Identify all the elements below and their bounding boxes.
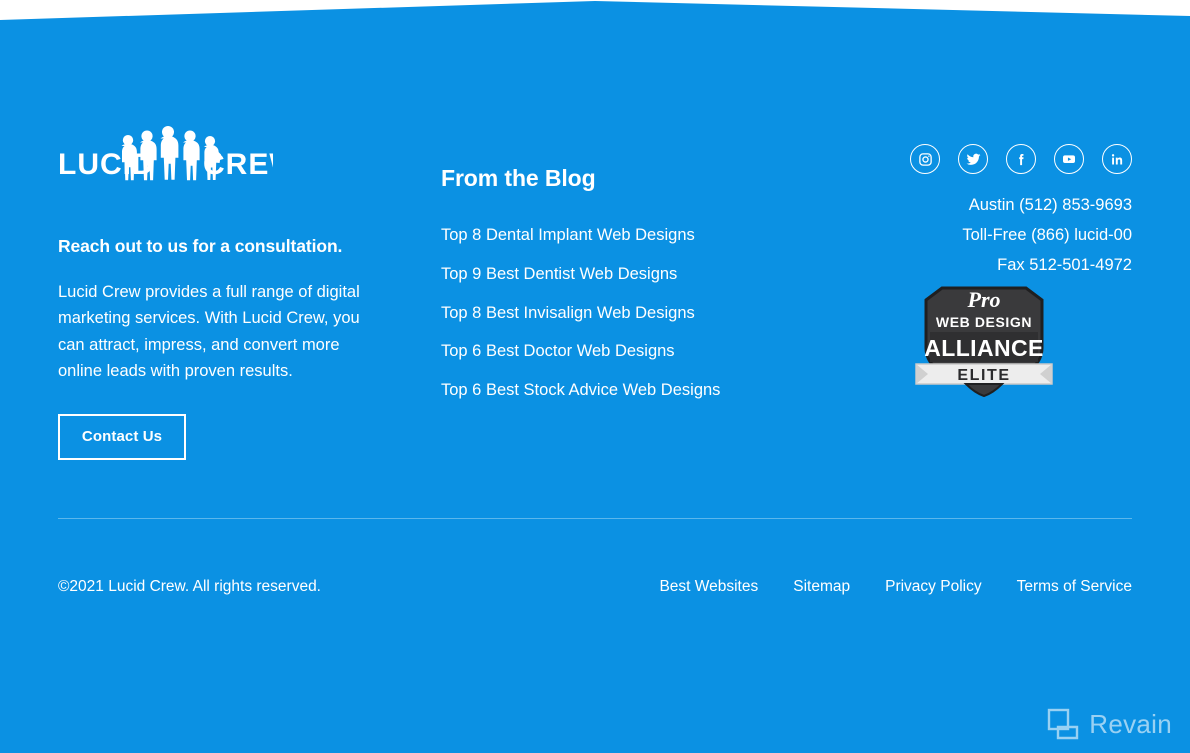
list-item: Top 6 Best Doctor Web Designs [441, 332, 771, 371]
legal-links-row: Best Websites Sitemap Privacy Policy Ter… [659, 578, 1132, 596]
instagram-icon[interactable] [910, 144, 940, 174]
page-root: LUCID CREW [0, 0, 1190, 753]
footer-right-column: Austin (512) 853-9693 Toll-Free (866) lu… [910, 144, 1132, 398]
phone-toll-free[interactable]: Toll-Free (866) lucid-00 [910, 220, 1132, 250]
twitter-icon[interactable] [958, 144, 988, 174]
blog-section-title: From the Blog [441, 165, 596, 191]
consultation-heading: Reach out to us for a consultation. [58, 236, 343, 256]
watermark-label: Revain [1089, 708, 1172, 739]
footer-blog-column: From the Blog Top 8 Dental Implant Web D… [441, 165, 771, 410]
pro-web-design-alliance-badge[interactable]: Pro WEB DESIGN ALLIANCE ELITE [910, 280, 1132, 398]
svg-text:ELITE: ELITE [957, 367, 1010, 384]
svg-text:Pro: Pro [967, 287, 1001, 312]
legal-link-terms-of-service[interactable]: Terms of Service [1017, 578, 1132, 596]
blog-post-list: Top 8 Dental Implant Web Designs Top 9 B… [441, 216, 771, 410]
list-item: Top 8 Dental Implant Web Designs [441, 216, 771, 255]
footer-divider [58, 518, 1132, 519]
list-item: Top 9 Best Dentist Web Designs [441, 255, 771, 294]
company-description: Lucid Crew provides a full range of digi… [58, 283, 360, 380]
svg-text:WEB DESIGN: WEB DESIGN [936, 314, 1032, 330]
svg-text:LUCID: LUCID [58, 148, 155, 181]
fax-number: Fax 512-501-4972 [997, 256, 1132, 274]
facebook-icon[interactable] [1006, 144, 1036, 174]
social-links-row [910, 144, 1132, 174]
blog-post-link[interactable]: Top 9 Best Dentist Web Designs [441, 255, 771, 294]
copyright-text: ©2021 Lucid Crew. All rights reserved. [58, 578, 321, 595]
footer-left-column: LUCID CREW [58, 112, 388, 460]
blog-post-link[interactable]: Top 8 Dental Implant Web Designs [441, 216, 771, 255]
revain-watermark: Revain [1046, 707, 1172, 741]
list-item: Top 6 Best Stock Advice Web Designs [441, 371, 771, 410]
legal-link-privacy-policy[interactable]: Privacy Policy [885, 578, 981, 596]
brand-logo[interactable]: LUCID CREW [58, 112, 388, 184]
contact-phone-list: Austin (512) 853-9693 Toll-Free (866) lu… [910, 190, 1132, 280]
contact-us-button[interactable]: Contact Us [58, 414, 186, 460]
svg-text:ALLIANCE: ALLIANCE [924, 335, 1043, 361]
blog-post-link[interactable]: Top 8 Best Invisalign Web Designs [441, 294, 771, 333]
list-item: Top 8 Best Invisalign Web Designs [441, 294, 771, 333]
blog-post-link[interactable]: Top 6 Best Doctor Web Designs [441, 332, 771, 371]
blog-post-link[interactable]: Top 6 Best Stock Advice Web Designs [441, 371, 771, 410]
linkedin-icon[interactable] [1102, 144, 1132, 174]
legal-link-best-websites[interactable]: Best Websites [659, 578, 758, 596]
footer-content: LUCID CREW [0, 0, 1190, 753]
legal-link-sitemap[interactable]: Sitemap [793, 578, 850, 596]
youtube-icon[interactable] [1054, 144, 1084, 174]
phone-austin[interactable]: Austin (512) 853-9693 [910, 190, 1132, 220]
